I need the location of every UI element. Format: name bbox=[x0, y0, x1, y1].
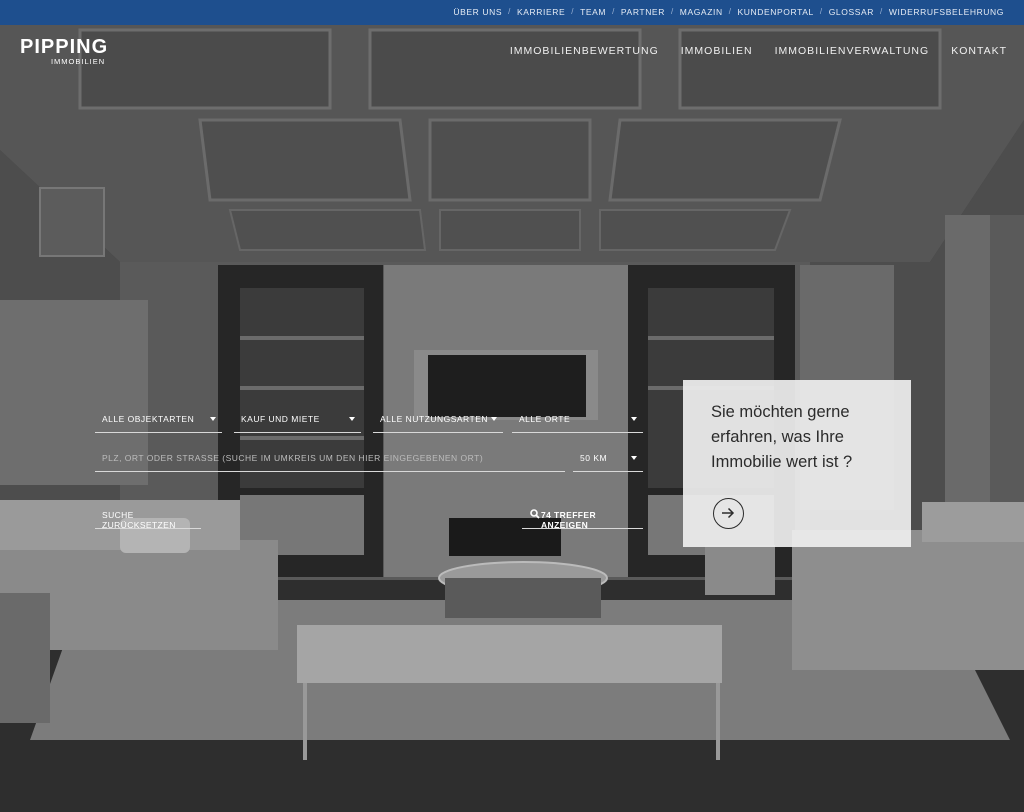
logo-wordmark: PIPPING bbox=[20, 36, 109, 58]
main-nav: IMMOBILIENBEWERTUNG IMMOBILIEN IMMOBILIE… bbox=[510, 45, 1007, 57]
valuation-question: Sie möchten gerne erfahren, was Ihre Imm… bbox=[711, 403, 853, 471]
offer-mode-value: KAUF UND MIETE bbox=[241, 414, 320, 424]
utility-nav-separator: / bbox=[670, 7, 674, 16]
nav-item-kontakt[interactable]: KONTAKT bbox=[951, 45, 1007, 57]
place-select[interactable]: ALLE ORTE bbox=[512, 409, 643, 433]
location-placeholder: PLZ, ORT ODER STRASSE (SUCHE IM UMKREIS … bbox=[102, 453, 484, 463]
object-type-select[interactable]: ALLE OBJEKTARTEN bbox=[95, 409, 222, 433]
utility-nav-separator: / bbox=[819, 7, 823, 16]
chevron-down-icon bbox=[631, 417, 637, 421]
search-icon bbox=[530, 509, 540, 519]
reset-search-button[interactable]: SUCHE ZURÜCKSETZEN bbox=[95, 507, 201, 530]
utility-nav-separator: / bbox=[880, 7, 883, 16]
radius-select[interactable]: 50 KM bbox=[573, 448, 643, 472]
radius-value: 50 KM bbox=[580, 453, 608, 463]
chevron-down-icon bbox=[210, 417, 216, 421]
logo-subtitle: IMMOBILIEN bbox=[50, 57, 106, 66]
utility-nav-item[interactable]: MAGAZIN bbox=[680, 7, 723, 17]
utility-nav-separator: / bbox=[571, 7, 575, 16]
utility-nav-separator: / bbox=[728, 7, 732, 16]
utility-nav-item[interactable]: TEAM bbox=[580, 7, 606, 17]
chevron-down-icon bbox=[349, 417, 355, 421]
utility-nav-separator: / bbox=[612, 7, 615, 16]
company-logo[interactable]: PIPPING IMMOBILIEN bbox=[20, 36, 109, 66]
usage-type-select[interactable]: ALLE NUTZUNGSARTEN bbox=[373, 409, 503, 433]
chevron-down-icon bbox=[491, 417, 497, 421]
nav-item-immobilien[interactable]: IMMOBILIEN bbox=[681, 45, 753, 57]
arrow-right-circle-icon[interactable] bbox=[713, 498, 744, 529]
utility-bar: ÜBER UNS / KARRIERE / TEAM / PARTNER / MAGAZIN / K… bbox=[0, 0, 1024, 25]
nav-item-immobilienbewertung[interactable]: IMMOBILIENBEWERTUNG bbox=[510, 45, 659, 57]
chevron-down-icon bbox=[631, 456, 637, 460]
nav-item-immobilienverwaltung[interactable]: IMMOBILIENVERWALTUNG bbox=[775, 45, 930, 57]
offer-mode-select[interactable]: KAUF UND MIETE bbox=[234, 409, 361, 433]
object-type-value: ALLE OBJEKTARTEN bbox=[102, 414, 195, 424]
location-input[interactable]: PLZ, ORT ODER STRASSE (SUCHE IM UMKREIS … bbox=[95, 448, 565, 472]
utility-nav-item[interactable]: KUNDENPORTAL bbox=[738, 7, 814, 17]
valuation-card[interactable]: Sie möchten gerne erfahren, was Ihre Imm… bbox=[683, 380, 911, 547]
utility-nav-separator: / bbox=[508, 7, 511, 16]
utility-nav: ÜBER UNS / KARRIERE / TEAM / PARTNER / MAGAZIN / K… bbox=[453, 7, 1004, 17]
place-value: ALLE ORTE bbox=[519, 414, 571, 424]
results-count-label: 74 TREFFER ANZEIGEN bbox=[541, 510, 597, 530]
utility-nav-item[interactable]: ÜBER UNS bbox=[453, 7, 502, 17]
usage-type-value: ALLE NUTZUNGSARTEN bbox=[380, 414, 489, 424]
utility-nav-item[interactable]: WIDERRUFSBELEHRUNG bbox=[889, 7, 1004, 17]
utility-nav-item[interactable]: PARTNER bbox=[621, 7, 665, 17]
utility-nav-item[interactable]: KARRIERE bbox=[517, 7, 565, 17]
arrow-right-icon bbox=[722, 507, 735, 519]
reset-search-label: SUCHE ZURÜCKSETZEN bbox=[102, 510, 176, 530]
utility-nav-item[interactable]: GLOSSAR bbox=[829, 7, 874, 17]
show-results-button[interactable]: 74 TREFFER ANZEIGEN bbox=[522, 507, 643, 530]
